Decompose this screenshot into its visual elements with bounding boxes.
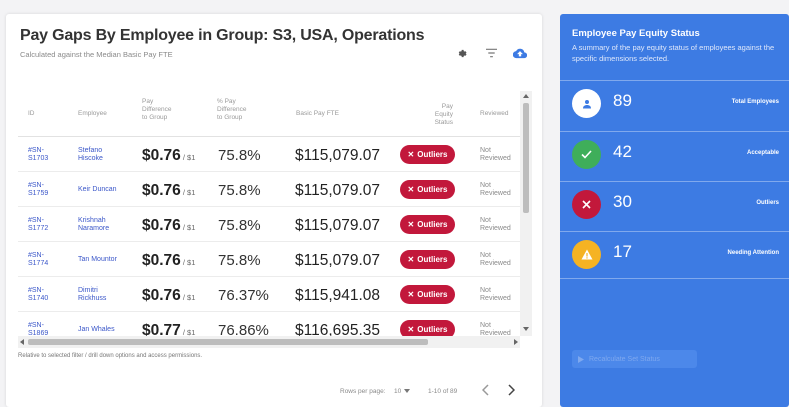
stat-value: 30 [613, 192, 632, 211]
employee-name-link[interactable]: Keir Duncan [78, 186, 117, 194]
table-row[interactable]: #SN- S1703 Stefano Hiscoke $0.76 / $1 75.8% $1… [18, 137, 520, 172]
close-icon: ✕ [407, 220, 415, 229]
reviewed-status: Not Reviewed [480, 182, 511, 197]
close-icon: ✕ [407, 185, 415, 194]
pay-equity-status-panel: Employee Pay Equity Status A summary of … [560, 14, 789, 407]
panel-title: Employee Pay Equity Status [572, 28, 700, 39]
recalculate-set-status-button[interactable]: Recalculate Set Status [572, 350, 697, 368]
stat-acceptable[interactable]: 42 Acceptable [560, 131, 789, 179]
status-badge-outliers[interactable]: ✕ Outliers [400, 180, 455, 199]
employee-name-link[interactable]: Dimitri Rickhuss [78, 287, 106, 303]
header-employee[interactable]: Employee [78, 110, 107, 118]
reviewed-status: Not Reviewed [480, 147, 511, 162]
pay-difference-value: $0.76 / $1 [142, 252, 196, 269]
employee-id-link[interactable]: #SN- S1774 [28, 252, 48, 268]
basic-pay-fte-value: $115,079.07 [295, 252, 381, 269]
gear-icon[interactable] [454, 46, 468, 60]
stat-value: 17 [613, 242, 632, 261]
stat-total-employees[interactable]: 89 Total Employees [560, 80, 789, 128]
pay-difference-value: $0.76 / $1 [142, 147, 196, 164]
stat-value: 42 [613, 142, 632, 161]
rows-per-page-label: Rows per page: [340, 388, 386, 395]
reviewed-status: Not Reviewed [480, 217, 511, 232]
employee-id-link[interactable]: #SN- S1703 [28, 147, 48, 163]
check-icon [572, 140, 601, 169]
stat-label: Outliers [756, 200, 779, 206]
table-row[interactable]: #SN- S1740 Dimitri Rickhuss $0.76 / $1 76.37%… [18, 277, 520, 312]
stat-needing-attention[interactable]: 17 Needing Attention [560, 231, 789, 279]
page-subtitle: Calculated against the Median Basic Pay … [20, 50, 173, 59]
basic-pay-fte-value: $115,079.07 [295, 147, 381, 164]
pay-gaps-card: Pay Gaps By Employee in Group: S3, USA, … [6, 14, 542, 407]
header-status[interactable]: Pay Equity Status [423, 103, 453, 127]
pay-difference-value: $0.76 / $1 [142, 182, 196, 199]
reviewed-status: Not Reviewed [480, 287, 511, 302]
basic-pay-fte-value: $115,079.07 [295, 182, 381, 199]
status-badge-outliers[interactable]: ✕ Outliers [400, 145, 455, 164]
close-icon [572, 190, 601, 219]
cloud-upload-icon[interactable] [513, 46, 527, 60]
table-row[interactable]: #SN- S1772 Krishnah Naramore $0.76 / $1 75.8%… [18, 207, 520, 242]
close-icon: ✕ [407, 290, 415, 299]
percent-difference-value: 75.8% [218, 217, 261, 234]
rows-per-page-select[interactable]: 10 [394, 388, 411, 395]
header-id[interactable]: ID [28, 110, 35, 118]
status-badge-outliers[interactable]: ✕ Outliers [400, 250, 455, 269]
stat-value: 89 [613, 91, 632, 110]
close-icon: ✕ [407, 150, 415, 159]
close-icon: ✕ [407, 325, 415, 334]
employee-name-link[interactable]: Stefano Hiscoke [78, 147, 103, 163]
table-row[interactable]: #SN- S1774 Tan Mountor $0.76 / $1 75.8% $115,… [18, 242, 520, 277]
pay-difference-value: $0.76 / $1 [142, 217, 196, 234]
header-reviewed[interactable]: Reviewed [480, 110, 509, 118]
panel-description: A summary of the pay equity status of em… [572, 43, 775, 63]
reviewed-status: Not Reviewed [480, 252, 511, 267]
basic-pay-fte-value: $115,079.07 [295, 217, 381, 234]
percent-difference-value: 75.8% [218, 182, 261, 199]
filter-icon[interactable] [484, 46, 498, 60]
employee-table: ID Employee Pay Difference to Group % Pay D… [18, 91, 532, 349]
header-percent-difference[interactable]: % Pay Difference to Group [217, 98, 247, 122]
horizontal-scrollbar[interactable] [18, 336, 520, 348]
employee-name-link[interactable]: Tan Mountor [78, 256, 117, 264]
status-badge-outliers[interactable]: ✕ Outliers [400, 285, 455, 304]
stat-label: Total Employees [731, 99, 779, 105]
page-title: Pay Gaps By Employee in Group: S3, USA, … [20, 27, 425, 44]
pagination-range: 1-10 of 89 [428, 388, 458, 395]
employee-name-link[interactable]: Krishnah Naramore [78, 217, 109, 233]
percent-difference-value: 75.8% [218, 252, 261, 269]
employee-id-link[interactable]: #SN- S1740 [28, 287, 48, 303]
next-page-icon[interactable] [507, 384, 516, 398]
prev-page-icon[interactable] [481, 384, 490, 398]
employee-id-link[interactable]: #SN- S1759 [28, 182, 48, 198]
table-row[interactable]: #SN- S1759 Keir Duncan $0.76 / $1 75.8% $115,… [18, 172, 520, 207]
pay-difference-value: $0.76 / $1 [142, 287, 196, 304]
stat-outliers[interactable]: 30 Outliers [560, 181, 789, 229]
header-basic-pay[interactable]: Basic Pay FTE [296, 110, 339, 118]
stat-label: Needing Attention [727, 250, 779, 256]
header-pay-difference[interactable]: Pay Difference to Group [142, 98, 172, 122]
warning-icon [572, 240, 601, 269]
basic-pay-fte-value: $115,941.08 [295, 287, 381, 304]
vertical-scrollbar[interactable] [520, 91, 532, 336]
footnote: Relative to selected filter / drill down… [18, 353, 203, 359]
play-icon [578, 355, 584, 363]
employee-name-link[interactable]: Jan Whales [78, 326, 115, 334]
person-icon [572, 89, 601, 118]
close-icon: ✕ [407, 255, 415, 264]
percent-difference-value: 75.8% [218, 147, 261, 164]
status-badge-outliers[interactable]: ✕ Outliers [400, 215, 455, 234]
stat-label: Acceptable [746, 150, 779, 156]
employee-id-link[interactable]: #SN- S1772 [28, 217, 48, 233]
table-header: ID Employee Pay Difference to Group % Pay D… [18, 91, 520, 137]
percent-difference-value: 76.37% [218, 287, 269, 304]
